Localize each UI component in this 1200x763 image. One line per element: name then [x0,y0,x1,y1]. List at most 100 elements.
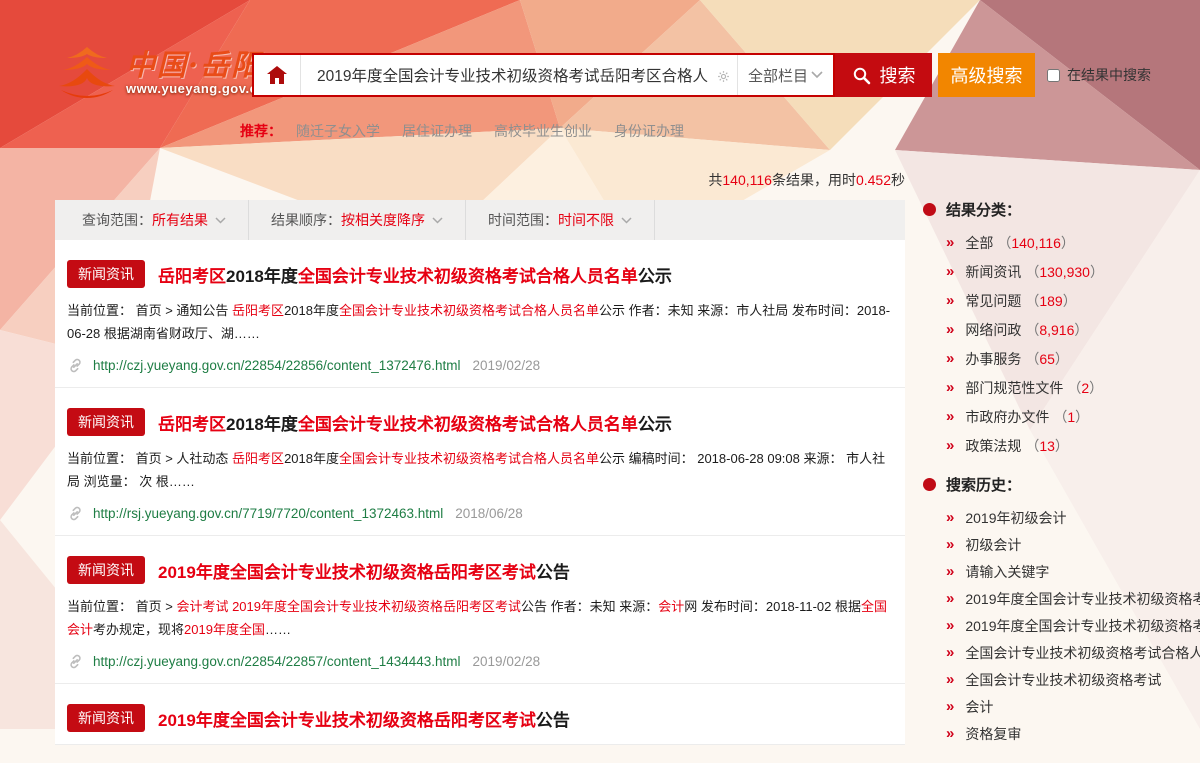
search-button[interactable]: 搜索 [835,53,932,97]
filter-dropdown[interactable]: 时间范围：时间不限 [466,200,655,240]
result-url-link[interactable]: http://rsj.yueyang.gov.cn/7719/7720/cont… [93,506,443,521]
recommend-link[interactable]: 高校毕业生创业 [494,121,592,141]
category-filter-link[interactable]: 办事服务（65） [965,350,1069,368]
plain-text: 网 发布时间：2018-11-02 根据 [684,599,861,614]
search-history-link[interactable]: 2019年度全国会计专业技术初级资格考 [965,590,1200,608]
search-history-link[interactable]: 全国会计专业技术初级资格考试合格人员 [965,644,1200,662]
gear-icon[interactable] [717,70,730,83]
history-list-item: » 全国会计专业技术初级资格考试 [946,671,1200,689]
search-result-item: 新闻资讯岳阳考区2018年度全国会计专业技术初级资格考试合格人员名单公示当前位置… [55,240,905,388]
home-button[interactable] [254,55,301,95]
recommend-links: 随迁子女入学 居住证办理 高校毕业生创业 身份证办理 [296,121,706,141]
double-chevron-icon: » [946,236,954,250]
result-header: 新闻资讯2019年度全国会计专业技术初级资格岳阳考区考试公告 [67,704,893,732]
result-title-link[interactable]: 岳阳考区2018年度全国会计专业技术初级资格考试合格人员名单公示 [158,262,672,287]
category-label: 市政府办文件 [965,409,1049,425]
double-chevron-icon: » [946,700,954,714]
history-list-item: » 初级会计 [946,536,1200,554]
plain-text: 公告 [536,711,570,730]
category-select[interactable]: 全部栏目 [737,55,833,95]
plain-text: 考办规定，现将 [93,622,184,637]
plain-text: 公告 作者：未知 来源： [521,599,658,614]
category-filter-link[interactable]: 部门规范性文件（2） [965,379,1103,397]
double-chevron-icon: » [946,410,954,424]
category-filter-link[interactable]: 常见问题（189） [965,292,1076,310]
plain-text: 2018年度 [284,303,339,318]
filter-dropdown[interactable]: 查询范围：所有结果 [55,200,249,240]
link-icon [67,505,84,522]
result-date: 2019/02/28 [473,358,541,373]
search-in-results-checkbox[interactable] [1047,69,1060,82]
double-chevron-icon: » [946,439,954,453]
plain-text: 2018年度 [226,415,298,434]
plain-text: 当前位置： 首页 > 通知公告 [67,303,232,318]
filter-label: 时间范围： [488,210,558,230]
category-list-item: »新闻资讯（130,930） [946,263,1200,281]
search-history-link[interactable]: 资格复审 [965,725,1021,743]
double-chevron-icon: » [946,294,954,308]
recommend-link[interactable]: 居住证办理 [402,121,472,141]
home-icon [266,65,288,85]
highlighted-keyword: 2019年度全国会计专业技术初级资格岳阳考区考试 [232,599,521,614]
search-in-results-label: 在结果中搜索 [1067,65,1151,85]
filter-dropdown[interactable]: 结果顺序：按相关度降序 [249,200,466,240]
site-logo[interactable]: 中国·岳阳 www.yueyang.gov.cn [56,46,266,100]
double-chevron-icon: » [946,619,954,633]
category-list-item: »部门规范性文件（2） [946,379,1200,397]
highlighted-keyword: 全国会计专业技术初级资格考试合格人员名单 [298,415,638,434]
result-category-badge: 新闻资讯 [67,556,145,584]
result-title-link[interactable]: 2019年度全国会计专业技术初级资格岳阳考区考试公告 [158,558,570,583]
paren-close: ） [1063,293,1077,309]
recommend-link[interactable]: 随迁子女入学 [296,121,380,141]
search-history-link[interactable]: 全国会计专业技术初级资格考试 [965,671,1161,689]
search-history-link[interactable]: 请输入关键字 [965,563,1049,581]
search-history-link[interactable]: 会计 [965,698,993,716]
category-count: 1 [1067,409,1075,425]
result-title-link[interactable]: 2019年度全国会计专业技术初级资格岳阳考区考试公告 [158,706,570,731]
paren-open: （ [1053,409,1067,425]
double-chevron-icon: » [946,673,954,687]
result-url-row: http://czj.yueyang.gov.cn/22854/22857/co… [67,652,893,671]
category-label: 网络问政 [965,322,1021,338]
category-filter-link[interactable]: 网络问政（8,916） [965,321,1088,339]
plain-text: 当前位置： 首页 > 人社动态 [67,451,232,466]
advanced-search-button[interactable]: 高级搜索 [938,53,1035,97]
double-chevron-icon: » [946,538,954,552]
highlighted-keyword: 会计 [658,599,684,614]
paren-open: （ [1067,380,1081,396]
search-history-link[interactable]: 2019年初级会计 [965,509,1066,527]
search-result-item: 新闻资讯2019年度全国会计专业技术初级资格岳阳考区考试公告当前位置： 首页 >… [55,536,905,684]
result-category-badge: 新闻资讯 [67,260,145,288]
history-list-item: »全国会计专业技术初级资格考试合格人员 [946,644,1200,662]
result-title-link[interactable]: 岳阳考区2018年度全国会计专业技术初级资格考试合格人员名单公示 [158,410,672,435]
recommend-link[interactable]: 身份证办理 [614,121,684,141]
plain-text: …… [265,622,291,637]
highlighted-keyword: 岳阳考区 [232,303,284,318]
history-list-item: »2019年初级会计 [946,509,1200,527]
plain-text: 2018年度 [284,451,339,466]
chevron-down-icon [215,217,226,224]
yueyang-emblem-icon [56,46,118,100]
category-filter-link[interactable]: 市政府办文件（1） [965,408,1089,426]
chevron-down-icon [811,71,823,79]
category-filter-link[interactable]: 全部（140,116） [965,234,1075,252]
category-list-item: » 政策法规（13） [946,437,1200,455]
paren-open: （ [1025,293,1039,309]
category-filter-link[interactable]: 新闻资讯（130,930） [965,263,1104,281]
category-label: 新闻资讯 [965,264,1021,280]
paren-close: ） [1075,409,1089,425]
result-url-link[interactable]: http://czj.yueyang.gov.cn/22854/22857/co… [93,654,461,669]
result-url-link[interactable]: http://czj.yueyang.gov.cn/22854/22856/co… [93,358,461,373]
highlighted-keyword: 2019年度全国会计专业技术初级资格岳阳考区考试 [158,563,536,582]
category-count: 13 [1039,438,1055,454]
category-filter-link[interactable]: 政策法规（13） [965,437,1069,455]
sidebar-history-header: 搜索历史： [920,475,1200,493]
history-list-item: »2019年度全国会计专业技术初级资格考 [946,590,1200,608]
filter-label: 查询范围： [82,210,152,230]
highlighted-keyword: 2019年度全国会计专业技术初级资格岳阳考区考试 [158,711,536,730]
recommend-label: 推荐： [240,121,282,141]
search-history-link[interactable]: 2019年度全国会计专业技术初级资格考 [965,617,1200,635]
search-history-link[interactable]: 初级会计 [965,536,1021,554]
filter-value: 按相关度降序 [341,210,425,230]
search-input[interactable] [301,55,737,95]
